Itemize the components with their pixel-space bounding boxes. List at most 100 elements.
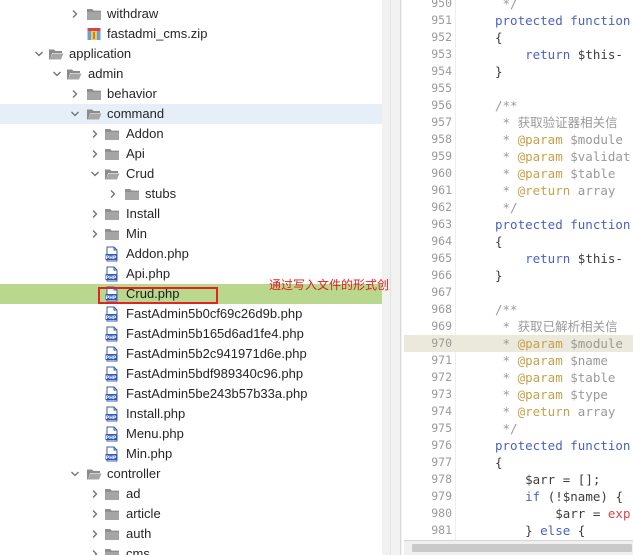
code-line[interactable]: 976 protected function xyxy=(404,437,633,454)
tree-file-row[interactable]: PHP FastAdmin5b0cf69c26d9b.php xyxy=(0,304,382,324)
code-line[interactable]: 969 * 获取已解析相关信 xyxy=(404,318,633,335)
tree-item-label: article xyxy=(126,506,161,521)
code-line[interactable]: 958 * @param $module xyxy=(404,131,633,148)
chevron-right-icon[interactable] xyxy=(70,9,80,19)
line-number: 965 xyxy=(431,251,452,265)
php-file-icon: PHP xyxy=(104,446,120,462)
code-text: * @param $module xyxy=(495,335,623,352)
tree-file-row[interactable]: PHP Min.php xyxy=(0,444,382,464)
line-number: 971 xyxy=(431,353,452,367)
php-file-icon: PHP xyxy=(104,426,120,442)
code-line[interactable]: 977 { xyxy=(404,454,633,471)
tree-folder-row[interactable]: admin xyxy=(0,64,382,84)
tree-file-row[interactable]: PHP FastAdmin5be243b57b33a.php xyxy=(0,384,382,404)
tree-folder-row[interactable]: application xyxy=(0,44,382,64)
tree-folder-row[interactable]: Api xyxy=(0,144,382,164)
tree-file-row[interactable]: PHP FastAdmin5b2c941971d6e.php xyxy=(0,344,382,364)
code-line[interactable]: 980 $arr = exp xyxy=(404,505,633,522)
code-editor[interactable]: 950 */951 protected function 952{953 retur… xyxy=(404,0,633,555)
chevron-down-icon[interactable] xyxy=(34,49,44,59)
code-line[interactable]: 972 * @param $table xyxy=(404,369,633,386)
tree-folder-row[interactable]: behavior xyxy=(0,84,382,104)
tree-item-label: stubs xyxy=(145,186,177,201)
chevron-right-icon[interactable] xyxy=(70,89,80,99)
line-number: 978 xyxy=(431,472,452,486)
tree-folder-row[interactable]: article xyxy=(0,504,382,524)
tree-file-row[interactable]: PHP FastAdmin5bdf989340c96.php xyxy=(0,364,382,384)
chevron-right-icon[interactable] xyxy=(90,549,100,555)
code-line[interactable]: 959 * @param $validat xyxy=(404,148,633,165)
chevron-down-icon[interactable] xyxy=(70,469,80,479)
tree-item-label: Addon xyxy=(126,126,164,141)
code-token: exp xyxy=(607,506,631,521)
code-line[interactable]: 966} xyxy=(404,267,633,284)
tree-folder-row[interactable]: Addon xyxy=(0,124,382,144)
code-line[interactable]: 950 */ xyxy=(404,0,633,12)
php-file-icon: PHP xyxy=(104,406,120,422)
code-line[interactable]: 968 /** xyxy=(404,301,633,318)
tree-file-row[interactable]: PHP FastAdmin5b165d6ad1fe4.php xyxy=(0,324,382,344)
code-line[interactable]: 981 } else { xyxy=(404,522,633,539)
tree-file-row[interactable]: fastadmi_cms.zip xyxy=(0,24,382,44)
tree-file-row[interactable]: PHP Menu.php xyxy=(0,424,382,444)
chevron-right-icon[interactable] xyxy=(90,129,100,139)
tree-item-label: auth xyxy=(126,526,152,541)
tree-folder-row[interactable]: cms xyxy=(0,544,382,555)
code-line[interactable]: 975 */ xyxy=(404,420,633,437)
tree-folder-row[interactable]: command xyxy=(0,104,382,124)
editor-horizontal-scrollbar[interactable] xyxy=(404,540,633,555)
tree-item-label: controller xyxy=(107,466,161,481)
code-line[interactable]: 951 protected function xyxy=(404,12,633,29)
code-line[interactable]: 973 * @param $type xyxy=(404,386,633,403)
code-line[interactable]: 964 { xyxy=(404,233,633,250)
chevron-right-icon[interactable] xyxy=(90,229,100,239)
tree-folder-row[interactable]: stubs xyxy=(0,184,382,204)
svg-text:PHP: PHP xyxy=(106,395,117,401)
chevron-right-icon[interactable] xyxy=(90,489,100,499)
code-line[interactable]: 955 xyxy=(404,80,633,97)
tree-item-label: Menu.php xyxy=(126,426,184,441)
code-line[interactable]: 967 xyxy=(404,284,633,301)
code-line[interactable]: 978 $arr = []; xyxy=(404,471,633,488)
annotation-label: 通过写入文件的形式创建控制器等 xyxy=(269,278,390,292)
code-line[interactable]: 974 * @return array xyxy=(404,403,633,420)
chevron-right-icon[interactable] xyxy=(90,529,100,539)
chevron-down-icon[interactable] xyxy=(52,69,62,79)
line-number: 956 xyxy=(431,98,452,112)
chevron-down-icon[interactable] xyxy=(70,109,80,119)
tree-item-label: FastAdmin5bdf989340c96.php xyxy=(126,366,304,381)
tree-folder-row[interactable]: withdraw xyxy=(0,4,382,24)
code-line[interactable]: 960 * @param $table xyxy=(404,165,633,182)
chevron-right-icon[interactable] xyxy=(90,509,100,519)
horizontal-scrollbar-thumb[interactable] xyxy=(412,544,632,552)
code-line[interactable]: 952 { xyxy=(404,29,633,46)
code-line[interactable]: 962 */ xyxy=(404,199,633,216)
code-line[interactable]: 963 protected function xyxy=(404,216,633,233)
code-text: protected function xyxy=(495,12,630,29)
tree-folder-row[interactable]: Crud xyxy=(0,164,382,184)
code-line[interactable]: 957 * 获取验证器相关信 xyxy=(404,114,633,131)
code-line[interactable]: 953 return $this- xyxy=(404,46,633,63)
tree-folder-row[interactable]: Install xyxy=(0,204,382,224)
code-line[interactable]: 970 * @param $module xyxy=(404,335,633,352)
code-line[interactable]: 961 * @return array xyxy=(404,182,633,199)
code-line[interactable]: 979 if (!$name) { xyxy=(404,488,633,505)
chevron-down-icon[interactable] xyxy=(90,169,100,179)
tree-folder-row[interactable]: ad xyxy=(0,484,382,504)
code-line[interactable]: 965 return $this- xyxy=(404,250,633,267)
tree-file-row[interactable]: PHP Addon.php xyxy=(0,244,382,264)
tree-folder-row[interactable]: controller xyxy=(0,464,382,484)
code-line[interactable]: 956 /** xyxy=(404,97,633,114)
tree-folder-row[interactable]: auth xyxy=(0,524,382,544)
chevron-right-icon[interactable] xyxy=(108,189,118,199)
chevron-right-icon[interactable] xyxy=(90,149,100,159)
zip-archive-icon xyxy=(86,26,102,42)
tree-item-label: withdraw xyxy=(107,6,159,21)
tree-folder-row[interactable]: Min xyxy=(0,224,382,244)
folder-icon xyxy=(124,186,140,202)
svg-text:PHP: PHP xyxy=(106,415,117,421)
code-line[interactable]: 954} xyxy=(404,63,633,80)
chevron-right-icon[interactable] xyxy=(90,209,100,219)
code-line[interactable]: 971 * @param $name xyxy=(404,352,633,369)
tree-file-row[interactable]: PHP Install.php xyxy=(0,404,382,424)
